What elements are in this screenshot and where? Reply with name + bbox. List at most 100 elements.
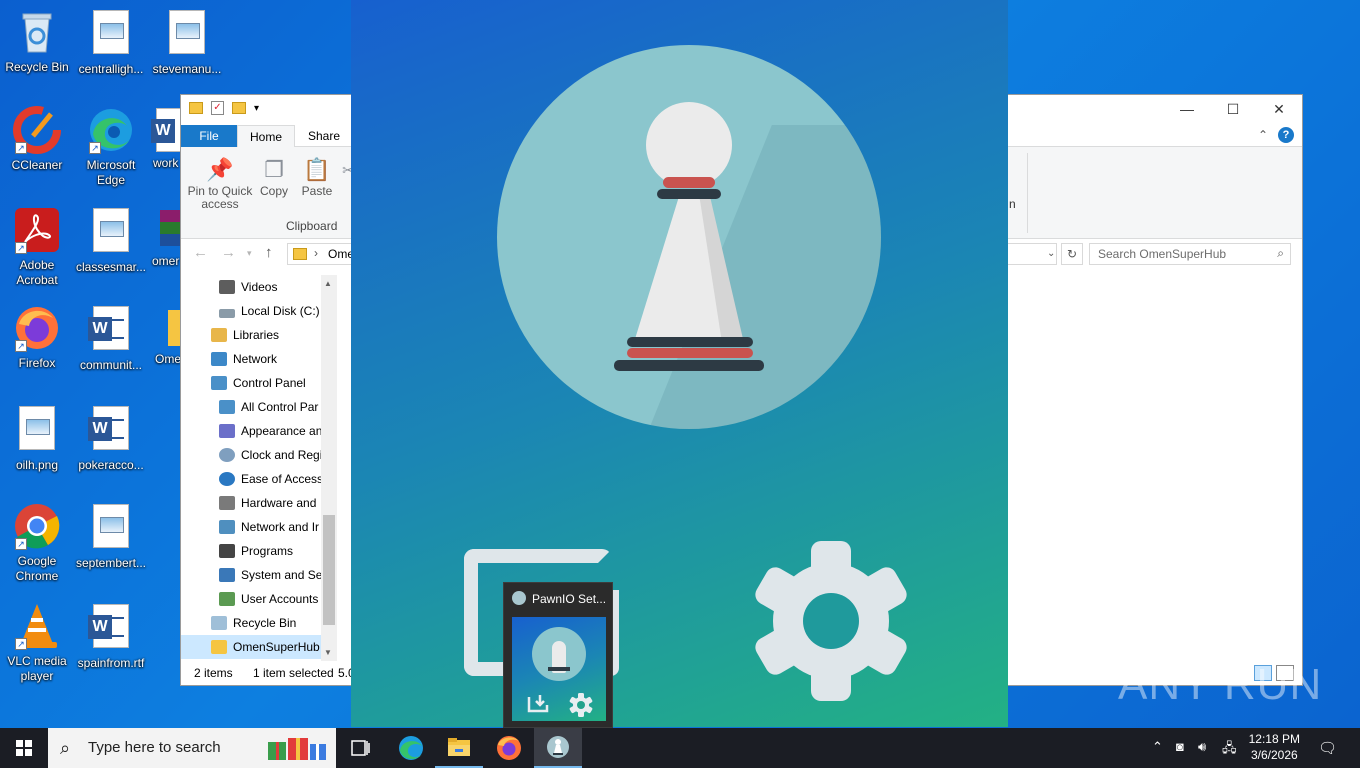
thumbnail-image[interactable] xyxy=(512,617,606,721)
nav-item-network[interactable]: Network xyxy=(211,347,277,371)
image-file-icon xyxy=(13,406,61,454)
firefox-icon xyxy=(497,736,521,760)
properties-icon[interactable]: ✓ xyxy=(211,101,224,115)
desktop-icon-recycle-bin[interactable]: Recycle Bin xyxy=(0,8,74,75)
drive-icon xyxy=(219,309,235,318)
desktop-icon-label: pokeracco... xyxy=(78,458,144,472)
desktop-icon-microsoft-edge[interactable]: ↗ Microsoft Edge xyxy=(74,106,148,188)
nav-item-ease-of-access[interactable]: Ease of Access xyxy=(219,467,323,491)
desktop-icon-communit[interactable]: W communit... xyxy=(74,304,148,373)
taskbar-search-box[interactable]: ⌕ Type here to search xyxy=(48,728,336,768)
minimize-button[interactable]: — xyxy=(1164,95,1210,123)
desktop-icon-ccleaner[interactable]: ↗ CCleaner xyxy=(0,106,74,173)
volume-icon[interactable]: 🔊︎ xyxy=(1198,739,1206,755)
nav-item-network-internet[interactable]: Network and Ir xyxy=(219,515,319,539)
nav-item-system-security[interactable]: System and Se xyxy=(219,563,322,587)
desktop-icon-stevemanu[interactable]: stevemanu... xyxy=(150,8,224,77)
forward-arrow-icon[interactable]: → xyxy=(221,244,236,261)
settings-gear-icon[interactable] xyxy=(755,541,907,701)
nav-item-libraries[interactable]: Libraries xyxy=(211,323,279,347)
desktop-icon-adobe-acrobat[interactable]: ↗ Adobe Acrobat xyxy=(0,206,74,288)
search-icon: ⌕ xyxy=(1277,246,1284,260)
tab-share[interactable]: Share xyxy=(295,125,353,147)
paste-button[interactable]: 📋 Paste xyxy=(297,155,337,198)
back-arrow-icon[interactable]: ← xyxy=(193,244,208,261)
new-folder-icon[interactable] xyxy=(232,102,246,114)
taskbar-thumbnail-preview[interactable]: PawnIO Set... xyxy=(503,582,613,728)
system-security-icon xyxy=(219,568,235,582)
nav-item-hardware[interactable]: Hardware and xyxy=(219,491,316,515)
word-file-icon: W xyxy=(87,306,135,354)
taskbar-clock[interactable]: 12:18 PM 3/6/2026 xyxy=(1249,731,1300,763)
folder-icon[interactable] xyxy=(189,102,203,114)
recent-locations-icon[interactable]: ▾ xyxy=(247,248,252,259)
nav-item-all-control-panel[interactable]: All Control Par xyxy=(219,395,318,419)
pawn-icon xyxy=(646,102,732,188)
taskbar-edge[interactable] xyxy=(387,728,435,768)
scrollbar-thumb[interactable] xyxy=(323,515,335,625)
breadcrumb-chevron-icon[interactable]: › xyxy=(314,246,318,260)
notification-center-icon[interactable]: 🗨︎ xyxy=(1318,739,1337,757)
close-button[interactable]: ✕ xyxy=(1256,95,1302,123)
scroll-up-icon[interactable]: ▲ xyxy=(324,279,332,288)
nav-item-local-disk[interactable]: Local Disk (C:) xyxy=(219,299,320,323)
chevron-up-icon[interactable]: ⌃ xyxy=(1258,128,1268,142)
nav-item-control-panel[interactable]: Control Panel xyxy=(211,371,306,395)
up-arrow-icon[interactable]: ↑ xyxy=(265,244,273,261)
desktop-icon-pokeracco[interactable]: W pokeracco... xyxy=(74,404,148,473)
nav-scrollbar[interactable]: ▲ ▼ xyxy=(321,275,337,661)
maximize-button[interactable]: ☐ xyxy=(1210,95,1256,123)
recycle-bin-icon xyxy=(211,616,227,630)
desktop-icon-firefox[interactable]: ↗ Firefox xyxy=(0,304,74,371)
pawnio-app-icon xyxy=(512,591,526,605)
search-highlight-gifts-icon[interactable] xyxy=(264,734,330,762)
desktop-icon-classesmar[interactable]: classesmar... xyxy=(74,206,148,275)
nav-item-omensuperhub[interactable]: OmenSuperHub xyxy=(181,635,321,659)
shortcut-arrow-icon: ↗ xyxy=(89,142,101,154)
edge-icon: ↗ xyxy=(87,106,135,154)
desktop-icon-spainfrom[interactable]: W spainfrom.rtf xyxy=(74,602,148,671)
ribbon-divider xyxy=(1027,153,1028,233)
image-file-icon xyxy=(163,10,211,58)
desktop-icon-oilh-png[interactable]: oilh.png xyxy=(0,404,74,473)
nav-item-user-accounts[interactable]: User Accounts xyxy=(219,587,318,611)
thumbnail-title: PawnIO Set... xyxy=(512,591,606,606)
start-button[interactable] xyxy=(0,728,48,768)
help-icon[interactable]: ? xyxy=(1278,127,1294,143)
nav-item-appearance[interactable]: Appearance an xyxy=(219,419,322,443)
pin-to-quick-access-button[interactable]: 📌 Pin to Quick access xyxy=(187,155,253,211)
scroll-down-icon[interactable]: ▼ xyxy=(324,648,332,657)
nav-item-programs[interactable]: Programs xyxy=(219,539,293,563)
network-icon[interactable]: 🖧︎ xyxy=(1222,739,1237,761)
folder-icon xyxy=(211,640,227,654)
taskbar-file-explorer[interactable] xyxy=(435,728,483,768)
taskbar-firefox[interactable] xyxy=(485,728,533,768)
ccleaner-icon: ↗ xyxy=(13,106,61,154)
task-view-button[interactable] xyxy=(336,728,384,768)
search-input[interactable]: Search OmenSuperHub ⌕ xyxy=(1089,243,1291,265)
refresh-button[interactable]: ↻ xyxy=(1061,243,1083,265)
hardware-icon xyxy=(219,496,235,510)
nav-item-videos[interactable]: Videos xyxy=(219,275,277,299)
customize-dropdown-icon[interactable]: ▾ xyxy=(254,103,259,114)
desktop-icon-label: classesmar... xyxy=(75,260,147,274)
desktop-icon-label: Adobe Acrobat xyxy=(16,258,58,287)
desktop-icon-septembert[interactable]: septembert... xyxy=(74,502,148,571)
user-accounts-icon xyxy=(219,592,235,606)
desktop-icon-google-chrome[interactable]: ↗ Google Chrome xyxy=(0,502,74,584)
nav-item-clock-region[interactable]: Clock and Regi xyxy=(219,443,322,467)
desktop-icon-centrallight[interactable]: centralligh... xyxy=(74,8,148,77)
ribbon-right-controls: ⌃ ? xyxy=(1258,127,1294,143)
desktop-icon-vlc[interactable]: ↗ VLC media player xyxy=(0,602,74,684)
chrome-icon: ↗ xyxy=(13,502,61,550)
tab-file[interactable]: File xyxy=(181,125,237,147)
paste-icon: 📋 xyxy=(303,157,331,182)
nav-item-recycle-bin[interactable]: Recycle Bin xyxy=(211,611,296,635)
tab-home[interactable]: Home xyxy=(237,125,295,148)
chevron-up-icon[interactable]: ⌃ xyxy=(1152,739,1163,755)
pawnio-setup-window[interactable] xyxy=(351,0,1008,727)
taskbar-pawnio-setup[interactable] xyxy=(534,728,582,768)
address-dropdown-icon[interactable]: ⌄ xyxy=(1047,248,1055,259)
copy-button[interactable]: ❐ Copy xyxy=(257,155,291,198)
meet-now-icon[interactable]: ◙ xyxy=(1176,739,1184,754)
